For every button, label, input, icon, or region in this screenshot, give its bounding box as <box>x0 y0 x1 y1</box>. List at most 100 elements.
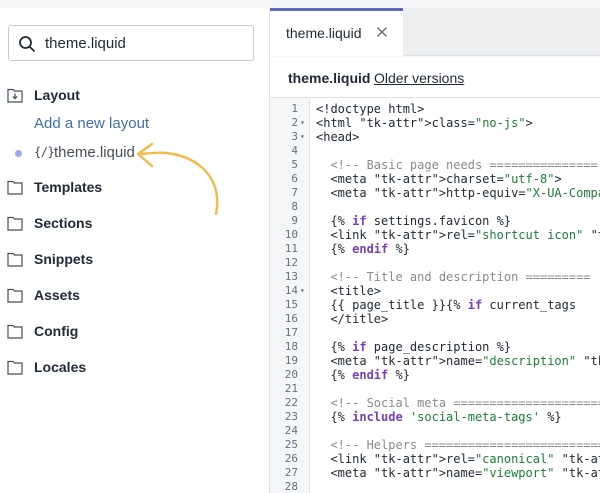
code-editor-panel: theme.liquid theme.liquid Older versions… <box>270 0 600 493</box>
search-icon <box>19 36 35 52</box>
line-number: 28 <box>284 480 298 493</box>
line-number: 18 <box>284 340 298 353</box>
folder-config[interactable]: Config <box>0 320 270 344</box>
folder-assets[interactable]: Assets <box>0 284 270 308</box>
file-theme-liquid[interactable]: {/} theme.liquid <box>0 142 270 164</box>
editor-header: theme.liquid Older versions <box>270 57 600 97</box>
code-text: <meta "tk-attr">charset="utf-8"> <box>316 172 562 186</box>
code-text: {% include 'social-meta-tags' %} <box>316 410 562 424</box>
line-number: 25 <box>284 438 298 451</box>
code-line: 26 <link "tk-attr">rel="canonical" "tk-a… <box>270 452 600 466</box>
code-text: {{ page_title }}{% if current_tags <box>316 298 577 312</box>
line-number: 21 <box>284 382 298 395</box>
fold-arrow-icon[interactable]: ▾ <box>300 116 305 130</box>
older-versions-link[interactable]: Older versions <box>374 70 464 86</box>
line-number: 4 <box>291 144 298 157</box>
folder-locales[interactable]: Locales <box>0 356 270 380</box>
line-number: 5 <box>291 158 298 171</box>
folder-download-icon <box>7 88 23 103</box>
code-line: 12 <box>270 256 600 270</box>
code-line: 18 {% if page_description %} <box>270 340 600 354</box>
code-line: 14 ▾ <title> <box>270 284 600 298</box>
search-box[interactable] <box>8 25 254 61</box>
code-text: <!-- Helpers ========================= <box>316 438 600 452</box>
code-line: 28 <box>270 480 600 493</box>
code-text: {% endif %} <box>316 368 410 382</box>
line-number: 15 <box>284 298 298 311</box>
code-line: 16 </title> <box>270 312 600 326</box>
code-line: 5 <!-- Basic page needs =============== <box>270 158 600 172</box>
line-number: 11 <box>284 242 298 255</box>
line-number: 2 <box>291 116 298 129</box>
code-line: 10 <link "tk-attr">rel="shortcut icon" "… <box>270 228 600 242</box>
code-line: 8 <box>270 200 600 214</box>
code-text: <!-- Title and description ========= <box>316 270 591 284</box>
folder-label: Locales <box>34 359 87 375</box>
folder-snippets[interactable]: Snippets <box>0 248 270 272</box>
folder-templates[interactable]: Templates <box>0 176 270 200</box>
code-text: <head> <box>316 130 360 144</box>
code-line: 25 <!-- Helpers ========================… <box>270 438 600 452</box>
code-line: 22 <!-- Social meta ====================… <box>270 396 600 410</box>
line-number: 6 <box>291 172 298 185</box>
code-line: 19 <meta "tk-attr">name="description" "t… <box>270 354 600 368</box>
code-line: 3 ▾ <head> <box>270 130 600 144</box>
code-line: 21 <box>270 382 600 396</box>
folder-label: Sections <box>34 215 93 231</box>
code-line: 2 ▾ <html "tk-attr">class="no-js"> <box>270 116 600 130</box>
code-line: 23 {% include 'social-meta-tags' %} <box>270 410 600 424</box>
line-number: 19 <box>284 354 298 367</box>
code-line: 9 {% if settings.favicon %} <box>270 214 600 228</box>
code-text: <meta "tk-attr">name="viewport" "tk-attr… <box>316 466 600 480</box>
line-number: 27 <box>284 466 298 479</box>
code-lines: 1 <!doctype html> 2 ▾ <html "tk-attr">class=… <box>270 102 600 493</box>
code-area[interactable]: 1 <!doctype html> 2 ▾ <html "tk-attr">class=… <box>270 97 600 493</box>
active-file-dot <box>15 150 22 157</box>
code-line: 15 {{ page_title }}{% if current_tags <box>270 298 600 312</box>
folder-label: Templates <box>34 179 103 195</box>
line-number: 10 <box>284 228 298 241</box>
code-line: 11 {% endif %} <box>270 242 600 256</box>
folder-label: Snippets <box>34 251 94 267</box>
close-icon[interactable] <box>376 26 388 38</box>
line-number: 7 <box>291 186 298 199</box>
code-line: 1 <!doctype html> <box>270 102 600 116</box>
search-input[interactable] <box>45 31 245 55</box>
folder-icon <box>7 252 23 267</box>
tab-label: theme.liquid <box>286 25 362 41</box>
line-number: 17 <box>284 326 298 339</box>
file-title: theme.liquid <box>288 70 371 86</box>
code-line: 4 <box>270 144 600 158</box>
line-number: 14 <box>284 284 298 297</box>
folder-layout[interactable]: Layout <box>0 84 270 108</box>
code-text: <title> <box>316 284 382 298</box>
fold-arrow-icon[interactable]: ▾ <box>300 284 305 298</box>
code-text: </title> <box>316 312 389 326</box>
code-line: 7 <meta "tk-attr">http-equiv="X-UA-Compa… <box>270 186 600 200</box>
line-number: 20 <box>284 368 298 381</box>
code-line: 20 {% endif %} <box>270 368 600 382</box>
sidebar: Layout Add a new layout {/} theme.liquid… <box>0 0 270 493</box>
line-number: 22 <box>284 396 298 409</box>
code-text: {% endif %} <box>316 242 410 256</box>
tab-theme-liquid[interactable]: theme.liquid <box>270 8 403 56</box>
line-number: 16 <box>284 312 298 325</box>
folder-label: Assets <box>34 287 80 303</box>
code-text: <!-- Social meta ===================== <box>316 396 600 410</box>
add-new-layout-link[interactable]: Add a new layout <box>34 115 149 132</box>
line-number: 1 <box>291 102 298 115</box>
line-number: 12 <box>284 256 298 269</box>
code-text: <!doctype html> <box>316 102 425 116</box>
line-number: 13 <box>284 270 298 283</box>
code-text: <!-- Basic page needs =============== <box>316 158 598 172</box>
tab-strip: theme.liquid <box>270 8 600 56</box>
folder-sections[interactable]: Sections <box>0 212 270 236</box>
fold-arrow-icon[interactable]: ▾ <box>300 130 305 144</box>
code-line: 13 <!-- Title and description ========= <box>270 270 600 284</box>
line-number: 24 <box>284 424 298 437</box>
code-text: {% if settings.favicon %} <box>316 214 512 228</box>
code-line: 6 <meta "tk-attr">charset="utf-8"> <box>270 172 600 186</box>
line-number: 26 <box>284 452 298 465</box>
code-line: 27 <meta "tk-attr">name="viewport" "tk-a… <box>270 466 600 480</box>
folder-icon <box>7 180 23 195</box>
